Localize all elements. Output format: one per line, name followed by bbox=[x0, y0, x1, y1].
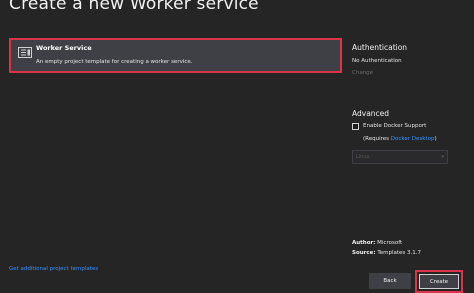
template-name: Worker Service bbox=[36, 44, 92, 52]
docker-os-select-value: Linux bbox=[356, 154, 370, 160]
source-value: Templates 3.1.7 bbox=[377, 250, 422, 256]
template-list: Worker Service An empty project template… bbox=[9, 38, 342, 273]
create-button-highlight: Create bbox=[415, 270, 463, 293]
author-label: Author: bbox=[352, 240, 376, 246]
options-panel: Authentication No Authentication Change … bbox=[352, 0, 470, 293]
template-description: An empty project template for creating a… bbox=[36, 59, 193, 65]
page-title: Create a new Worker service bbox=[9, 0, 259, 14]
source-label: Source: bbox=[352, 250, 376, 256]
docker-support-label: Enable Docker Support bbox=[363, 123, 427, 129]
chevron-down-icon: ▾ bbox=[441, 154, 444, 160]
author-value: Microsoft bbox=[377, 240, 403, 246]
advanced-heading: Advanced bbox=[352, 109, 390, 118]
additional-templates-link[interactable]: Get additional project templates bbox=[9, 266, 98, 272]
docker-requirement-note: (Requires Docker Desktop) bbox=[363, 136, 437, 142]
source-line: Source: Templates 3.1.7 bbox=[352, 250, 421, 256]
back-button[interactable]: Back bbox=[369, 273, 411, 289]
requires-prefix: (Requires bbox=[363, 136, 391, 142]
docker-os-select[interactable]: Linux ▾ bbox=[352, 150, 448, 164]
requires-suffix: ) bbox=[434, 136, 437, 142]
worker-service-icon bbox=[18, 47, 32, 58]
change-authentication-link[interactable]: Change bbox=[352, 70, 373, 76]
author-line: Author: Microsoft bbox=[352, 240, 402, 246]
docker-support-checkbox[interactable] bbox=[352, 123, 359, 130]
template-item-worker-service[interactable]: Worker Service An empty project template… bbox=[9, 38, 342, 73]
create-button[interactable]: Create bbox=[419, 274, 459, 289]
authentication-heading: Authentication bbox=[352, 43, 408, 52]
dialog-window: Create a new Worker service Worker Servi… bbox=[0, 0, 474, 293]
docker-desktop-link[interactable]: Docker Desktop bbox=[391, 136, 435, 142]
authentication-value: No Authentication bbox=[352, 58, 402, 64]
